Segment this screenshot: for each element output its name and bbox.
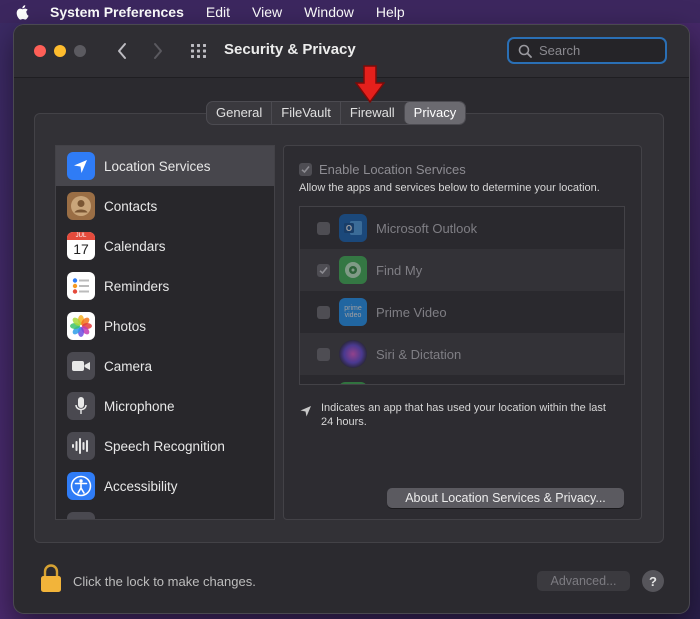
accessibility-icon: [67, 472, 95, 500]
waveform-icon: [67, 432, 95, 460]
apple-menu-icon[interactable]: [14, 3, 32, 21]
location-services-pane: Enable Location Services Allow the apps …: [283, 145, 642, 520]
partial-icon: [67, 512, 95, 519]
window-titlebar: Security & Privacy: [14, 25, 689, 78]
help-button[interactable]: ?: [642, 570, 664, 592]
prime-video-icon: prime video: [339, 298, 367, 326]
app-checkbox[interactable]: [317, 305, 330, 319]
privacy-panel: Location Services Contacts JUL 17 Calend…: [34, 113, 664, 543]
menu-view[interactable]: View: [252, 4, 282, 20]
show-all-button[interactable]: [189, 41, 209, 61]
location-description: Allow the apps and services below to det…: [299, 182, 600, 194]
window-title: Security & Privacy: [224, 41, 356, 58]
app-row-partial[interactable]: [300, 375, 624, 384]
enable-location-services-row[interactable]: Enable Location Services: [299, 162, 466, 177]
sidebar-item-reminders[interactable]: Reminders: [56, 266, 274, 306]
siri-icon: [339, 340, 367, 368]
sidebar-item-photos[interactable]: Photos: [56, 306, 274, 346]
location-app-list[interactable]: O Microsoft Outlook Find My prime video …: [299, 206, 625, 385]
menu-help[interactable]: Help: [376, 4, 405, 20]
search-input[interactable]: [539, 43, 649, 58]
tab-filevault[interactable]: FileVault: [271, 102, 340, 124]
tab-general[interactable]: General: [207, 102, 271, 124]
calendar-month: JUL: [67, 232, 95, 240]
find-my-icon: [339, 256, 367, 284]
recent-location-note-text: Indicates an app that has used your loca…: [321, 402, 606, 428]
partial-app-icon: [339, 382, 367, 384]
sidebar-item-label: Speech Recognition: [104, 438, 225, 454]
search-field[interactable]: [507, 37, 667, 64]
menu-edit[interactable]: Edit: [206, 4, 230, 20]
sidebar-item-accessibility[interactable]: Accessibility: [56, 466, 274, 506]
app-checkbox[interactable]: [317, 263, 330, 277]
tab-firewall[interactable]: Firewall: [339, 102, 404, 124]
sidebar-item-label: Microphone: [104, 398, 175, 414]
sidebar-item-label: Contacts: [104, 198, 158, 214]
tab-bar: General FileVault Firewall Privacy: [207, 102, 466, 124]
calendar-icon: JUL 17: [67, 232, 95, 260]
sidebar-item-calendars[interactable]: JUL 17 Calendars: [56, 226, 274, 266]
checkmark-icon: [301, 165, 310, 174]
sidebar-item-label: Camera: [104, 358, 153, 374]
app-row-siri-dictation[interactable]: Siri & Dictation: [300, 333, 624, 375]
enable-location-label: Enable Location Services: [319, 162, 466, 177]
close-window-button[interactable]: [34, 45, 46, 57]
calendar-day: 17: [73, 241, 89, 257]
sidebar-item-location-services[interactable]: Location Services: [56, 146, 274, 186]
sidebar-item-label: Photos: [104, 318, 147, 334]
app-row-find-my[interactable]: Find My: [300, 249, 624, 291]
sidebar-item-label: Accessibility: [104, 478, 178, 494]
microphone-icon: [67, 392, 95, 420]
prime-video-icon-text: prime video: [344, 305, 362, 319]
outlook-icon: O: [339, 214, 367, 242]
enable-location-checkbox[interactable]: [299, 163, 312, 176]
privacy-category-list[interactable]: Location Services Contacts JUL 17 Calend…: [55, 145, 275, 520]
chevron-right-icon: [154, 43, 162, 59]
camera-icon: [67, 352, 95, 380]
red-annotation-arrow-icon: [355, 65, 385, 103]
tab-privacy[interactable]: Privacy: [403, 102, 466, 124]
app-name: Siri & Dictation: [376, 346, 462, 362]
sidebar-item-label: Calendars: [104, 238, 166, 254]
svg-text:O: O: [346, 224, 352, 233]
sidebar-item-partial[interactable]: [56, 506, 274, 519]
zoom-window-button[interactable]: [74, 45, 86, 57]
app-row-prime-video[interactable]: prime video Prime Video: [300, 291, 624, 333]
app-name: Find My: [376, 262, 423, 278]
checkmark-icon: [319, 266, 328, 274]
sidebar-item-speech-recognition[interactable]: Speech Recognition: [56, 426, 274, 466]
grid-icon: [191, 44, 206, 58]
app-name: Microsoft Outlook: [376, 220, 478, 236]
sidebar-item-camera[interactable]: Camera: [56, 346, 274, 386]
menu-window[interactable]: Window: [304, 4, 354, 20]
minimize-window-button[interactable]: [54, 45, 66, 57]
location-arrow-small-icon: [299, 404, 313, 418]
search-icon: [518, 44, 532, 58]
sidebar-item-label: Reminders: [104, 278, 170, 294]
chevron-left-icon: [118, 43, 126, 59]
app-name: Prime Video: [376, 304, 447, 320]
about-location-services-button[interactable]: About Location Services & Privacy...: [387, 488, 624, 508]
sidebar-item-label: Location Services: [104, 158, 211, 174]
menu-app-name[interactable]: System Preferences: [50, 4, 184, 20]
recent-location-note: Indicates an app that has used your loca…: [299, 401, 619, 429]
sidebar-item-contacts[interactable]: Contacts: [56, 186, 274, 226]
menu-bar: System Preferences Edit View Window Help: [0, 0, 700, 23]
app-row-microsoft-outlook[interactable]: O Microsoft Outlook: [300, 207, 624, 249]
contacts-icon: [67, 192, 95, 220]
sidebar-item-microphone[interactable]: Microphone: [56, 386, 274, 426]
advanced-button[interactable]: Advanced...: [537, 571, 630, 591]
reminders-icon: [67, 272, 95, 300]
photos-icon: [67, 312, 95, 340]
app-checkbox[interactable]: [317, 347, 330, 361]
lock-icon[interactable]: [39, 563, 63, 593]
location-arrow-icon: [67, 152, 95, 180]
app-checkbox[interactable]: [317, 221, 330, 235]
forward-button[interactable]: [147, 39, 169, 63]
lock-text: Click the lock to make changes.: [73, 574, 256, 589]
back-button[interactable]: [111, 39, 133, 63]
